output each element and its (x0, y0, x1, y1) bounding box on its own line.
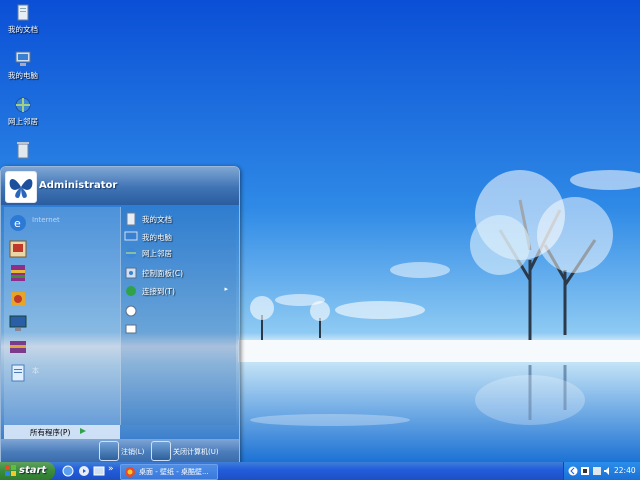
logoff-label: 注销(L) (121, 448, 145, 456)
clock[interactable]: 22:40 (614, 466, 636, 475)
power-icon (151, 441, 171, 461)
pinned-programs: e Internet 本 (4, 207, 121, 425)
media-icon (11, 292, 25, 306)
svg-text:e: e (14, 217, 21, 230)
user-avatar[interactable] (5, 171, 37, 203)
pinned-item-photo[interactable] (6, 237, 118, 259)
connect-to-icon (126, 286, 136, 296)
pinned-item-monitor[interactable] (6, 311, 118, 333)
place-network[interactable]: 网上邻居 (122, 245, 232, 261)
desktop-icon-my-documents[interactable]: 我的文档 (0, 4, 46, 35)
butterfly-icon (9, 178, 33, 198)
pinned-item-winrar[interactable] (6, 261, 118, 283)
volume-icon[interactable] (603, 466, 613, 476)
place-my-computer[interactable]: 我的电脑 (122, 229, 232, 245)
media-player-icon[interactable] (78, 465, 90, 477)
tray-app-icon[interactable] (580, 466, 590, 476)
taskbar: start » 桌面 - 壁纸 - 桌酷壁... 22:40 (0, 462, 640, 480)
place-label: 我的文档 (142, 215, 172, 224)
user-name: Administrator (39, 180, 118, 191)
start-menu-header: Administrator (1, 167, 239, 205)
desktop-icon-network[interactable]: 网上邻居 (0, 96, 46, 127)
winrar-icon (11, 265, 25, 281)
show-desktop-icon[interactable] (93, 465, 105, 477)
place-control-panel[interactable]: 控制面板(C) (122, 265, 232, 281)
pinned-item-media[interactable] (6, 287, 118, 309)
start-button[interactable]: start (0, 462, 55, 480)
desktop-icon-label: 我的电脑 (8, 71, 38, 80)
start-label: start (19, 465, 47, 476)
control-panel-icon (125, 267, 137, 279)
pinned-item-archive[interactable] (6, 335, 118, 357)
my-documents-icon (17, 4, 29, 21)
network-places-icon (126, 248, 136, 258)
archive-icon (10, 341, 26, 353)
place-label: 我的电脑 (142, 233, 172, 242)
desktop-icon-my-computer[interactable]: 我的电脑 (0, 50, 46, 81)
pinned-item-internet[interactable]: e Internet (6, 211, 118, 233)
search-icon (125, 324, 137, 334)
logoff-icon (99, 441, 119, 461)
shutdown-label: 关闭计算机(U) (173, 448, 219, 456)
help-icon (125, 305, 137, 317)
green-arrow-icon (80, 428, 86, 434)
start-menu-footer: 注销(L) 关闭计算机(U) (1, 439, 239, 463)
desktop-icon-recycle-bin[interactable] (0, 140, 46, 162)
network-places-icon (15, 97, 31, 113)
windows-logo-icon (5, 465, 16, 476)
system-tray: 22:40 (563, 462, 640, 480)
tray-arrow-icon[interactable] (568, 466, 578, 476)
place-label: 控制面板(C) (142, 269, 184, 278)
all-programs-button[interactable]: 所有程序(P) (4, 425, 120, 439)
my-computer-icon (15, 51, 31, 66)
notepad-icon (11, 364, 25, 382)
desktop-icon-label: 网上邻居 (8, 117, 38, 126)
all-programs-label: 所有程序(P) (30, 428, 71, 437)
browser-icon (125, 467, 135, 477)
start-menu: Administrator e Internet 本 我的文档 我的电脑 网上邻… (0, 166, 240, 464)
internet-explorer-icon: e (10, 215, 26, 231)
place-search[interactable] (122, 321, 232, 337)
place-label: 连接到(T) (142, 287, 175, 296)
place-connect-to[interactable]: 连接到(T) ▸ (122, 283, 232, 299)
my-documents-icon (126, 212, 136, 226)
internet-explorer-icon[interactable] (62, 465, 74, 477)
my-computer-icon (124, 231, 138, 241)
place-help[interactable] (122, 303, 232, 319)
place-label: 网上邻居 (142, 249, 172, 258)
taskbar-window-button[interactable]: 桌面 - 壁纸 - 桌酷壁... (120, 464, 218, 480)
place-my-documents[interactable]: 我的文档 (122, 211, 232, 227)
monitor-icon (9, 315, 27, 331)
quicklaunch-overflow-icon[interactable]: » (108, 464, 114, 474)
network-tray-icon[interactable] (592, 466, 602, 476)
recycle-bin-icon (17, 142, 29, 159)
desktop-icon-label: 我的文档 (8, 25, 38, 34)
photo-app-icon (9, 240, 27, 258)
submenu-arrow-icon: ▸ (224, 285, 228, 293)
pinned-item-label: 本 (32, 367, 39, 375)
places-list: 我的文档 我的电脑 网上邻居 控制面板(C) 连接到(T) ▸ (120, 207, 236, 425)
taskbar-window-label: 桌面 - 壁纸 - 桌酷壁... (139, 468, 209, 476)
pinned-item-label: Internet (32, 216, 60, 224)
pinned-item-notepad[interactable]: 本 (6, 361, 118, 383)
